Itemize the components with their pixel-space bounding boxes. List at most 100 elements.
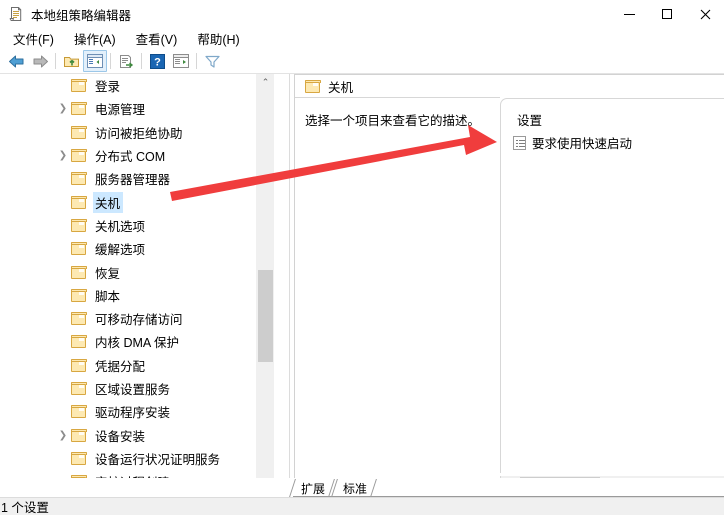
- menu-bar: 文件(F) 操作(A) 查看(V) 帮助(H): [0, 28, 724, 49]
- chevron-right-icon[interactable]: ❯: [55, 424, 71, 447]
- tree-item[interactable]: 脚本: [0, 284, 274, 307]
- tree-item-label: 内核 DMA 保护: [95, 336, 180, 351]
- tree-item[interactable]: 登录: [0, 74, 274, 97]
- chevron-right-icon[interactable]: ❯: [55, 144, 71, 167]
- menu-file[interactable]: 文件(F): [3, 28, 64, 49]
- settings-pane: 关机 选择一个项目来查看它的描述。 设置 要求使用快速启动 ❮: [294, 74, 724, 494]
- folder-icon: [71, 102, 87, 116]
- back-arrow-icon[interactable]: [4, 50, 28, 72]
- view-tabs: 扩展 标准: [289, 478, 377, 497]
- tree-item[interactable]: 恢复: [0, 260, 274, 283]
- window-controls: [610, 0, 724, 28]
- tree-item[interactable]: 缓解选项: [0, 237, 274, 260]
- tree-item[interactable]: ❯ 设备安装: [0, 423, 274, 446]
- toolbar-separator-4: [196, 53, 197, 69]
- tree-item[interactable]: 区域设置服务: [0, 377, 274, 400]
- window-title: 本地组策略编辑器: [31, 8, 132, 23]
- tree-item[interactable]: 服务器管理器: [0, 167, 274, 190]
- tree-item[interactable]: 访问被拒绝协助: [0, 121, 274, 144]
- folder-icon: [305, 79, 321, 93]
- folder-icon: [71, 172, 87, 186]
- tree-vertical-scrollbar[interactable]: ⌃ ⌄: [256, 74, 274, 494]
- description-text: 选择一个项目来查看它的描述。: [305, 114, 481, 128]
- tree-item-label: 凭据分配: [95, 359, 146, 374]
- minimize-button[interactable]: [610, 0, 648, 28]
- tree-item[interactable]: 关机选项: [0, 214, 274, 237]
- show-hide-tree-icon[interactable]: [83, 50, 107, 72]
- tree-item-label: 设备运行状况证明服务: [95, 452, 221, 467]
- tree-item[interactable]: 内核 DMA 保护: [0, 330, 274, 353]
- tree-item[interactable]: 凭据分配: [0, 354, 274, 377]
- maximize-button[interactable]: [648, 0, 686, 28]
- toolbar-separator: [55, 53, 56, 69]
- export-list-icon[interactable]: [114, 50, 138, 72]
- up-folder-icon[interactable]: [59, 50, 83, 72]
- tree-item-label: 关机: [93, 191, 124, 213]
- tree-item-label: 电源管理: [95, 103, 146, 118]
- description-column: 选择一个项目来查看它的描述。: [295, 98, 500, 473]
- folder-icon: [71, 149, 87, 163]
- folder-icon: [71, 79, 87, 93]
- settings-list-column: 设置 要求使用快速启动: [500, 98, 724, 473]
- help-icon[interactable]: ?: [145, 50, 169, 72]
- scroll-up-icon[interactable]: ⌃: [257, 74, 274, 91]
- folder-icon: [71, 451, 87, 465]
- pane-splitter[interactable]: [289, 74, 293, 494]
- content-area: 登录 ❯ 电源管理 访问被拒绝协助 ❯ 分布式 COM 服务器管理器 关机 关机选项 缓解选项 恢复…: [0, 74, 724, 494]
- properties-icon[interactable]: [169, 50, 193, 72]
- tree-item-label: 脚本: [95, 289, 121, 304]
- toolbar-separator-3: [141, 53, 142, 69]
- tree-item[interactable]: ❯ 分布式 COM: [0, 144, 274, 167]
- scroll-thumb[interactable]: [258, 270, 273, 362]
- settings-pane-title: 关机: [328, 80, 354, 95]
- filter-icon[interactable]: [200, 50, 224, 72]
- list-item[interactable]: 要求使用快速启动: [513, 133, 632, 152]
- tree-item-label: 分布式 COM: [95, 150, 166, 165]
- tab-standard[interactable]: 标准: [331, 479, 377, 497]
- tree-item-label: 驱动程序安装: [95, 406, 171, 421]
- forward-arrow-icon[interactable]: [28, 50, 52, 72]
- policy-tree[interactable]: 登录 ❯ 电源管理 访问被拒绝协助 ❯ 分布式 COM 服务器管理器 关机 关机选项 缓解选项 恢复…: [0, 74, 274, 494]
- folder-icon: [71, 218, 87, 232]
- folder-icon: [71, 288, 87, 302]
- folder-icon: [71, 358, 87, 372]
- folder-icon: [71, 195, 87, 209]
- tree-item[interactable]: 驱动程序安装: [0, 400, 274, 423]
- tree-item[interactable]: 关机: [0, 190, 274, 213]
- setting-label: 要求使用快速启动: [532, 137, 633, 151]
- tree-item[interactable]: 可移动存储访问: [0, 307, 274, 330]
- tree-item-label: 登录: [95, 80, 121, 95]
- settings-pane-header: 关机: [295, 75, 724, 97]
- toolbar: ?: [0, 49, 724, 74]
- document-policy-icon: [8, 6, 24, 22]
- settings-column-header: 设置: [517, 114, 543, 128]
- menu-help[interactable]: 帮助(H): [187, 28, 249, 49]
- group-policy-editor-window: 本地组策略编辑器 文件(F) 操作(A) 查看(V) 帮助(H) ? 登录 ❯ …: [0, 0, 724, 515]
- menu-action[interactable]: 操作(A): [64, 28, 126, 49]
- chevron-right-icon[interactable]: ❯: [55, 97, 71, 120]
- tree-item-label: 缓解选项: [95, 243, 146, 258]
- tree-item-label: 可移动存储访问: [95, 313, 183, 328]
- menu-view[interactable]: 查看(V): [126, 28, 188, 49]
- tree-item[interactable]: ❯ 电源管理: [0, 97, 274, 120]
- svg-text:?: ?: [154, 56, 161, 68]
- tree-item-label: 区域设置服务: [95, 383, 171, 397]
- title-bar: 本地组策略编辑器: [0, 0, 724, 28]
- folder-icon: [71, 428, 87, 442]
- tree-item-label: 设备安装: [95, 429, 146, 444]
- close-button[interactable]: [686, 0, 724, 28]
- tab-extended[interactable]: 扩展: [289, 479, 335, 497]
- folder-icon: [71, 242, 87, 256]
- policy-tree-pane: 登录 ❯ 电源管理 访问被拒绝协助 ❯ 分布式 COM 服务器管理器 关机 关机选项 缓解选项 恢复…: [0, 74, 292, 494]
- tree-item[interactable]: 设备运行状况证明服务: [0, 447, 274, 470]
